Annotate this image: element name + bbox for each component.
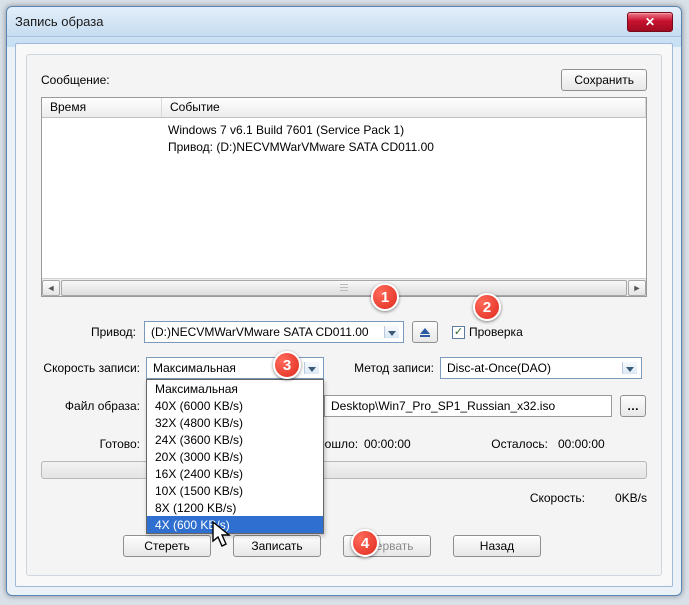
speed-option[interactable]: 10X (1500 KB/s) — [147, 482, 323, 499]
speed-label: Скорость записи: — [27, 361, 140, 375]
inner-group: Сообщение: Сохранить Время Событие Windo… — [26, 54, 662, 576]
verify-checkbox[interactable] — [452, 326, 465, 339]
burn-button[interactable]: Записать — [233, 535, 321, 557]
list-item: Привод: (D:)NECVMWarVMware SATA CD011.00 — [168, 139, 434, 156]
ellipsis-icon: … — [627, 399, 639, 413]
chevron-down-icon — [308, 367, 316, 372]
erase-button[interactable]: Стереть — [123, 535, 211, 557]
speed-option[interactable]: 16X (2400 KB/s) — [147, 465, 323, 482]
annotation-marker-3: 3 — [273, 351, 301, 379]
method-combo[interactable]: Disc-at-Once(DAO) — [440, 357, 642, 379]
window-title: Запись образа — [15, 14, 627, 29]
chevron-down-icon — [626, 367, 634, 372]
scroll-track[interactable] — [61, 280, 627, 296]
speed-stat-value: 0KB/s — [615, 491, 647, 505]
drive-label: Привод: — [41, 325, 136, 339]
dialog-window: Запись образа ✕ Сообщение: Сохранить Вре… — [6, 6, 682, 596]
close-icon: ✕ — [645, 15, 655, 29]
remaining-value: 00:00:00 — [558, 437, 605, 451]
chevron-down-icon — [388, 331, 396, 336]
col-time[interactable]: Время — [42, 98, 162, 117]
event-list[interactable]: Время Событие Windows 7 v6.1 Build 7601 … — [41, 97, 647, 297]
scroll-right-button[interactable]: ► — [628, 280, 646, 296]
save-button[interactable]: Сохранить — [561, 69, 647, 91]
list-item: Windows 7 v6.1 Build 7601 (Service Pack … — [168, 122, 404, 139]
speed-option[interactable]: 32X (4800 KB/s) — [147, 414, 323, 431]
annotation-marker-4: 4 — [351, 529, 379, 557]
scroll-left-button[interactable]: ◄ — [42, 280, 60, 296]
speed-option[interactable]: 24X (3600 KB/s) — [147, 431, 323, 448]
col-event[interactable]: Событие — [162, 98, 646, 117]
method-label: Метод записи: — [324, 361, 434, 375]
eject-icon — [420, 328, 430, 334]
speed-option[interactable]: 40X (6000 KB/s) — [147, 397, 323, 414]
remaining-label: Осталось: — [444, 437, 548, 451]
elapsed-label: рошло: — [318, 437, 364, 451]
back-button[interactable]: Назад — [453, 535, 541, 557]
scroll-thumb[interactable] — [61, 280, 627, 296]
list-header: Время Событие — [42, 98, 646, 118]
speed-option[interactable]: Максимальная — [147, 380, 323, 397]
image-file-field[interactable]: Desktop\Win7_Pro_SP1_Russian_x32.iso — [324, 395, 612, 417]
h-scrollbar[interactable]: ◄ ► — [42, 278, 646, 296]
verify-label: Проверка — [469, 325, 523, 339]
message-label: Сообщение: — [41, 73, 110, 87]
ready-label: Готово: — [27, 437, 140, 451]
close-button[interactable]: ✕ — [627, 12, 673, 32]
speed-stat-label: Скорость: — [530, 491, 585, 505]
elapsed-value: 00:00:00 — [364, 437, 444, 451]
annotation-marker-1: 1 — [371, 283, 399, 311]
annotation-marker-2: 2 — [473, 293, 501, 321]
cursor-icon — [212, 521, 236, 551]
browse-button[interactable]: … — [620, 395, 646, 417]
speed-option[interactable]: 20X (3000 KB/s) — [147, 448, 323, 465]
progress-bar — [41, 461, 647, 479]
eject-button[interactable] — [412, 321, 438, 343]
speed-dropdown[interactable]: Максимальная 40X (6000 KB/s) 32X (4800 K… — [146, 379, 324, 534]
list-body: Windows 7 v6.1 Build 7601 (Service Pack … — [42, 118, 646, 160]
speed-option[interactable]: 8X (1200 KB/s) — [147, 499, 323, 516]
client-area: Сообщение: Сохранить Время Событие Windo… — [15, 43, 673, 587]
titlebar[interactable]: Запись образа ✕ — [7, 7, 681, 37]
image-file-label: Файл образа: — [27, 399, 140, 413]
drive-combo[interactable]: (D:)NECVMWarVMware SATA CD011.00 — [144, 321, 404, 343]
